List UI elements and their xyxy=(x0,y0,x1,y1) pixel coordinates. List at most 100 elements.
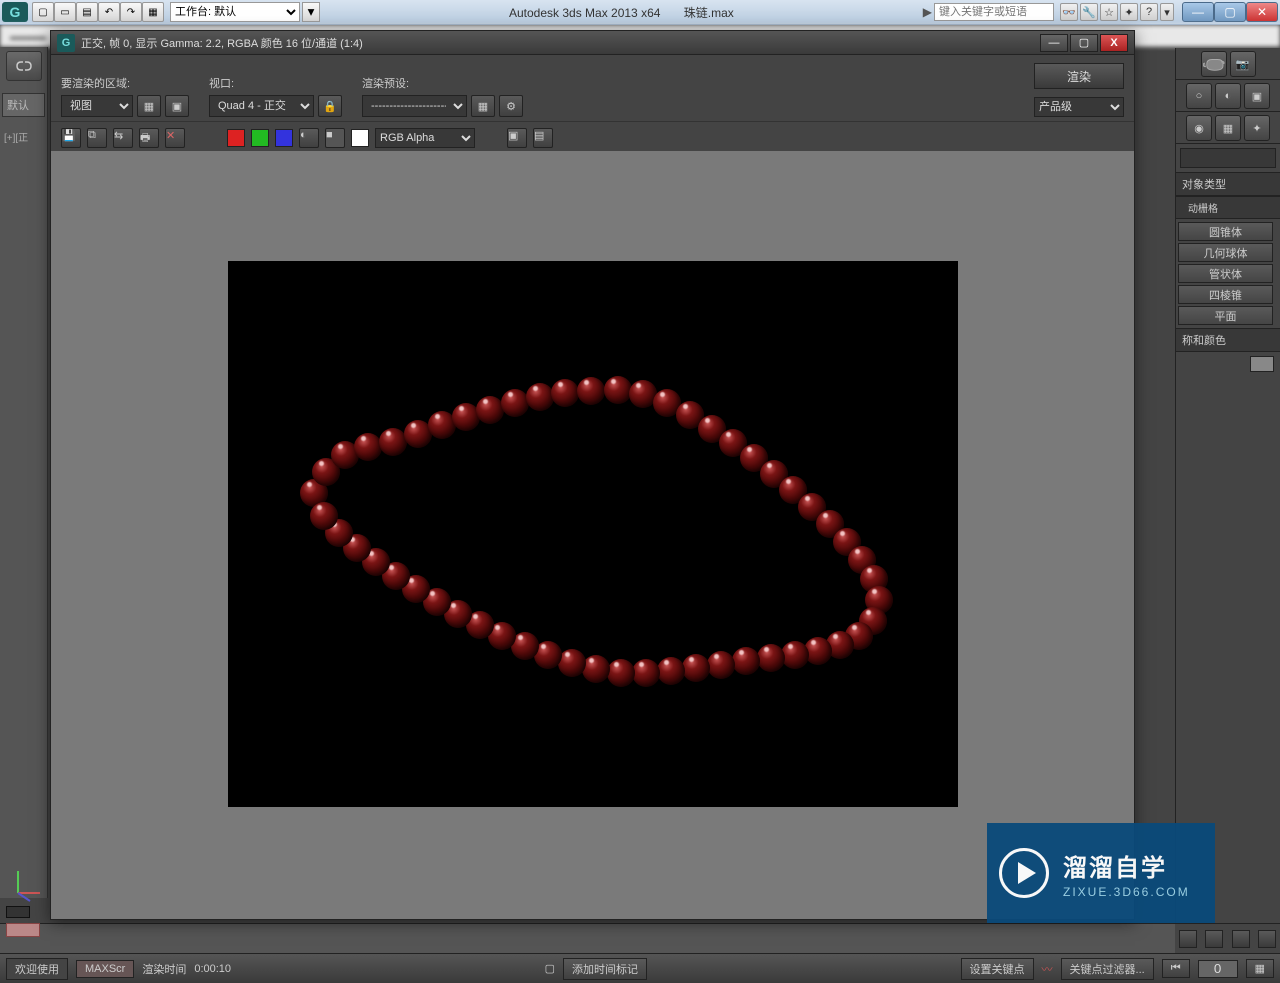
mini-track-icon[interactable] xyxy=(6,906,30,918)
save-icon[interactable]: ▤ xyxy=(76,2,98,22)
render-title-bar[interactable]: G 正交, 帧 0, 显示 Gamma: 2.2, RGBA 颜色 16 位/通… xyxy=(51,31,1134,55)
systems-tab-icon[interactable]: ✦ xyxy=(1244,115,1270,141)
cameras-tab-icon[interactable]: ◉ xyxy=(1186,115,1212,141)
render-title-text: 正交, 帧 0, 显示 Gamma: 2.2, RGBA 颜色 16 位/通道 … xyxy=(81,35,1040,51)
necklace-bead xyxy=(607,659,635,687)
workspace-selector[interactable]: 工作台: 默认 xyxy=(170,2,300,22)
tube-button[interactable]: 管状体 xyxy=(1178,264,1273,283)
os-minimize-button[interactable]: — xyxy=(1182,2,1214,22)
os-close-button[interactable]: ✕ xyxy=(1246,2,1278,22)
pan-icon[interactable] xyxy=(1179,930,1197,948)
os-maximize-button[interactable]: ▢ xyxy=(1214,2,1246,22)
pyramid-button[interactable]: 四棱锥 xyxy=(1178,285,1273,304)
bg-white-icon[interactable] xyxy=(351,129,369,147)
app-title: Autodesk 3ds Max 2013 x64 珠链.max xyxy=(320,4,923,21)
object-color-swatch[interactable] xyxy=(1250,356,1274,372)
redo-icon[interactable]: ↷ xyxy=(120,2,142,22)
necklace-bead xyxy=(632,659,660,687)
left-toolbar: 默认 [+][正 xyxy=(0,47,48,898)
frame-input[interactable] xyxy=(1198,960,1238,978)
favorite-icon[interactable]: ✦ xyxy=(1120,3,1138,21)
render-button[interactable]: 渲染 xyxy=(1034,63,1124,89)
clone-frame-icon[interactable]: ⧉ xyxy=(87,128,107,148)
alpha-channel-icon[interactable]: ◐ xyxy=(299,128,319,148)
maximize-viewport-icon[interactable] xyxy=(1258,930,1276,948)
time-config-icon[interactable]: ▦ xyxy=(1246,959,1274,978)
star-icon[interactable]: ☆ xyxy=(1100,3,1118,21)
necklace-bead xyxy=(501,389,529,417)
mini-track-bar[interactable] xyxy=(6,923,40,937)
geometry-tab-icon[interactable]: ○ xyxy=(1186,83,1212,109)
area-auto-icon[interactable]: ▣ xyxy=(165,95,189,117)
search-input[interactable] xyxy=(934,3,1054,21)
render-frame-window: G 正交, 帧 0, 显示 Gamma: 2.2, RGBA 颜色 16 位/通… xyxy=(50,30,1135,920)
help-icon[interactable]: ? xyxy=(1140,3,1158,21)
cone-button[interactable]: 圆锥体 xyxy=(1178,222,1273,241)
lights-tab-icon[interactable]: ▣ xyxy=(1244,83,1270,109)
watermark-line2: ZIXUE.3D66.COM xyxy=(1063,885,1190,899)
geosphere-button[interactable]: 几何球体 xyxy=(1178,243,1273,262)
key-filters-button[interactable]: 关键点过滤器... xyxy=(1061,958,1154,980)
create-tabs-2[interactable]: ◉ ▦ ✦ xyxy=(1176,112,1280,144)
mono-channel-icon[interactable]: ■ xyxy=(325,128,345,148)
command-panel: 📷 ○ ◐ ▣ ◉ ▦ ✦ 对象类型 动栅格 圆锥体 几何球体 管状体 四棱锥 … xyxy=(1175,48,1280,923)
render-maximize-button[interactable]: ▢ xyxy=(1070,34,1098,52)
necklace-bead xyxy=(379,428,407,456)
binoculars-icon[interactable]: 👓 xyxy=(1060,3,1078,21)
clear-icon[interactable]: ✕ xyxy=(165,128,185,148)
area-edit-icon[interactable]: ▦ xyxy=(137,95,161,117)
geometry-type-dropdown[interactable] xyxy=(1180,148,1276,168)
add-time-tag-button[interactable]: 添加时间标记 xyxy=(563,958,647,980)
lock-viewport-icon[interactable]: 🔒 xyxy=(318,95,342,117)
open-file-icon[interactable]: ▭ xyxy=(54,2,76,22)
left-tab-default[interactable]: 默认 xyxy=(2,93,45,117)
necklace-bead xyxy=(476,396,504,424)
teapot-icon[interactable] xyxy=(1201,51,1227,77)
key-toggle-icon[interactable]: 〰 xyxy=(1042,961,1053,977)
orbit-icon[interactable] xyxy=(1232,930,1250,948)
zoom-icon[interactable] xyxy=(1205,930,1223,948)
link-tool-icon[interactable] xyxy=(6,51,42,81)
timeline[interactable] xyxy=(0,923,1175,953)
os-title-bar: G ▢ ▭ ▤ ↶ ↷ ▦ 工作台: 默认 ▾ Autodesk 3ds Max… xyxy=(0,0,1280,25)
blue-channel-icon[interactable] xyxy=(275,129,293,147)
necklace-bead xyxy=(558,649,586,677)
render-mode-select[interactable]: 产品级 xyxy=(1034,97,1124,117)
wrench-icon[interactable]: 🔧 xyxy=(1080,3,1098,21)
render-setup-icon[interactable]: 📷 xyxy=(1230,51,1256,77)
goto-start-icon[interactable]: ⏮ xyxy=(1162,959,1190,978)
environment-icon[interactable]: ⚙ xyxy=(499,95,523,117)
help-icons: 👓 🔧 ☆ ✦ ? ▾ xyxy=(1060,3,1174,21)
preset-select[interactable]: ------------------------- xyxy=(362,95,467,117)
create-tabs[interactable]: ○ ◐ ▣ xyxy=(1176,80,1280,112)
quick-access-toolbar: ▢ ▭ ▤ ↶ ↷ ▦ xyxy=(32,2,164,22)
viewport-select[interactable]: Quad 4 - 正交 xyxy=(209,95,314,117)
necklace-bead xyxy=(577,377,605,405)
set-key-button[interactable]: 设置关键点 xyxy=(961,958,1034,980)
helpers-tab-icon[interactable]: ▦ xyxy=(1215,115,1241,141)
print-icon[interactable]: 🖶 xyxy=(139,128,159,148)
link-icon[interactable]: ▦ xyxy=(142,2,164,22)
overlay-b-icon[interactable]: ▤ xyxy=(533,128,553,148)
time-tag-icon[interactable]: ▢ xyxy=(545,962,555,975)
compare-icon[interactable]: ⇆ xyxy=(113,128,133,148)
overlay-a-icon[interactable]: ▣ xyxy=(507,128,527,148)
plane-button[interactable]: 平面 xyxy=(1178,306,1273,325)
necklace-bead xyxy=(526,383,554,411)
green-channel-icon[interactable] xyxy=(251,129,269,147)
red-channel-icon[interactable] xyxy=(227,129,245,147)
workspace-menu-button[interactable]: ▾ xyxy=(302,2,320,22)
autogrid-label: 动栅格 xyxy=(1176,196,1280,219)
script-tab[interactable]: MAXScr xyxy=(76,960,134,978)
save-image-icon[interactable]: 💾 xyxy=(61,128,81,148)
dropdown-icon[interactable]: ▾ xyxy=(1160,3,1174,21)
necklace-bead xyxy=(682,654,710,682)
new-file-icon[interactable]: ▢ xyxy=(32,2,54,22)
render-setup-icon2[interactable]: ▦ xyxy=(471,95,495,117)
render-close-button[interactable]: X xyxy=(1100,34,1128,52)
render-minimize-button[interactable]: — xyxy=(1040,34,1068,52)
area-select[interactable]: 视图 xyxy=(61,95,133,117)
shapes-tab-icon[interactable]: ◐ xyxy=(1215,83,1241,109)
undo-icon[interactable]: ↶ xyxy=(98,2,120,22)
channel-select[interactable]: RGB Alpha xyxy=(375,128,475,148)
